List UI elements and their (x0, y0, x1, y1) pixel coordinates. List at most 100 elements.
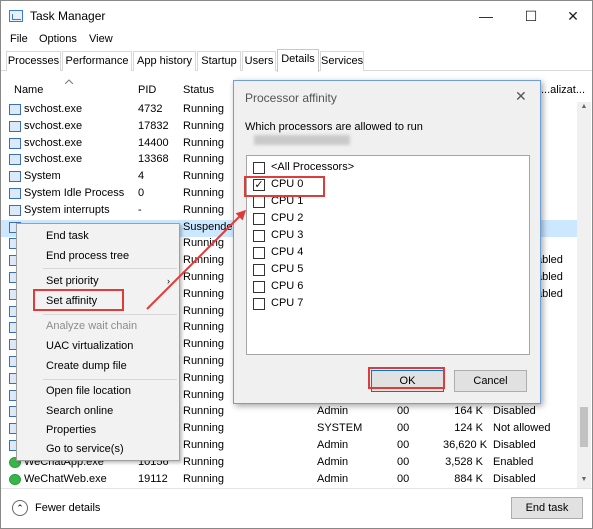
context-menu: End task End process tree Set priority ›… (16, 223, 180, 461)
column-header-virtualization[interactable]: ...alizat... (541, 84, 585, 96)
process-icon (9, 104, 21, 115)
footer: ⌃ Fewer details End task (1, 488, 592, 528)
processor-label: CPU 7 (271, 297, 304, 309)
cell-pid: 13368 (138, 153, 169, 166)
cell-virtualization: Disabled (493, 405, 536, 418)
cell-status: Running (183, 439, 224, 451)
cell-user: Admin (317, 472, 349, 485)
cell-pid: 4732 (138, 103, 163, 115)
cell-name: svchost.exe (24, 103, 83, 115)
cell-status: Running (183, 271, 224, 283)
tab-details[interactable]: Details (277, 49, 319, 72)
cell-name: System (24, 170, 61, 183)
cell-pid: 14400 (138, 136, 169, 149)
cell-status: Running (183, 388, 224, 401)
cell-memory: 884 K (454, 472, 483, 485)
chevron-up-circle-icon[interactable]: ⌃ (12, 500, 28, 516)
processor-option[interactable]: CPU 2 (251, 211, 521, 227)
tab-processes[interactable]: Processes (6, 51, 61, 71)
table-row[interactable]: WeChatWeb.exe 19112 Running Admin 00 884 K Dis… (1, 472, 577, 489)
cell-virtualization: Disabled (493, 439, 536, 451)
scroll-thumb[interactable] (580, 407, 588, 447)
ctx-separator (43, 314, 177, 315)
tab-performance[interactable]: Performance (62, 51, 132, 71)
scroll-up-icon[interactable]: ▲ (577, 103, 591, 110)
menu-view[interactable]: View (89, 33, 113, 45)
cell-user: SYSTEM (317, 422, 363, 435)
close-icon[interactable]: ✕ (515, 88, 527, 105)
cell-pid: 0 (138, 187, 145, 199)
close-icon[interactable]: ✕ (553, 4, 592, 28)
end-task-button[interactable]: End task (511, 497, 583, 519)
checkbox[interactable] (253, 196, 265, 208)
processor-option[interactable]: CPU 6 (251, 279, 521, 295)
ctx-end-task[interactable]: End task (46, 230, 89, 242)
maximize-icon[interactable]: ☐ (511, 4, 551, 28)
cell-name: svchost.exe (24, 153, 83, 166)
process-icon (9, 171, 21, 183)
ctx-uac-virtualization[interactable]: UAC virtualization (46, 340, 133, 352)
ctx-end-process-tree[interactable]: End process tree (46, 250, 129, 262)
process-icon (9, 188, 21, 199)
cell-virtualization: Disabled (493, 472, 536, 485)
column-header-status[interactable]: Status (183, 84, 214, 96)
tab-services[interactable]: Services (320, 51, 364, 71)
cell-virtualization: Enabled (493, 455, 534, 468)
cell-name: WeChatWeb.exe (24, 472, 107, 485)
processor-option[interactable]: CPU 7 (251, 296, 521, 312)
checkbox[interactable] (253, 230, 265, 242)
cell-status: Running (183, 119, 224, 132)
cell-cpu: 00 (397, 472, 410, 485)
column-header-name[interactable]: Name (14, 84, 43, 96)
checkbox[interactable] (253, 298, 265, 310)
fewer-details-link[interactable]: Fewer details (35, 502, 100, 514)
ctx-separator (43, 268, 177, 269)
cell-pid: 17832 (138, 119, 169, 132)
menu-file[interactable]: File (10, 33, 28, 45)
processor-option[interactable]: <All Processors> (251, 160, 521, 176)
processor-option[interactable]: CPU 3 (251, 228, 521, 244)
ctx-search-online[interactable]: Search online (46, 405, 113, 417)
cell-status: Running (183, 405, 224, 418)
cancel-button[interactable]: Cancel (454, 370, 527, 392)
vertical-scrollbar[interactable]: ▲ ▼ (577, 102, 591, 488)
processor-label: <All Processors> (271, 161, 355, 173)
dialog-question: Which processors are allowed to run (245, 121, 423, 133)
process-icon (9, 154, 21, 166)
minimize-icon[interactable]: — (466, 4, 506, 28)
cell-status: Running (183, 153, 224, 166)
checkbox[interactable] (253, 162, 265, 174)
process-icon (9, 120, 21, 132)
processor-label: CPU 3 (271, 229, 304, 241)
process-icon (9, 137, 21, 149)
cell-memory: 164 K (454, 405, 483, 418)
processor-affinity-dialog: Processor affinity ✕ Which processors ar… (233, 80, 541, 404)
cell-status: Running (183, 422, 224, 435)
tab-startup[interactable]: Startup (197, 51, 241, 71)
processor-option[interactable]: CPU 5 (251, 262, 521, 278)
ctx-properties[interactable]: Properties (46, 424, 96, 436)
tab-strip: Processes Performance App history Startu… (1, 49, 592, 72)
scroll-down-icon[interactable]: ▼ (577, 476, 591, 483)
submenu-arrow-icon: › (167, 276, 170, 286)
cell-status: Running (183, 472, 224, 485)
ctx-set-priority[interactable]: Set priority (46, 275, 99, 287)
ctx-go-to-services[interactable]: Go to service(s) (46, 443, 124, 455)
column-header-pid[interactable]: PID (138, 84, 156, 96)
checkbox[interactable] (253, 247, 265, 259)
cell-user: Admin (317, 439, 349, 451)
process-icon (9, 473, 21, 485)
menu-options[interactable]: Options (39, 33, 77, 45)
cell-status: Running (183, 237, 224, 250)
checkbox[interactable] (253, 264, 265, 276)
ctx-create-dump-file[interactable]: Create dump file (46, 360, 127, 372)
tab-users[interactable]: Users (242, 51, 276, 71)
checkbox[interactable] (253, 281, 265, 293)
tab-app-history[interactable]: App history (133, 51, 196, 71)
ctx-open-file-location[interactable]: Open file location (46, 385, 131, 397)
cell-status: Running (183, 287, 224, 300)
task-manager-icon (9, 10, 23, 22)
cell-status: Running (183, 321, 224, 334)
checkbox[interactable] (253, 213, 265, 225)
processor-option[interactable]: CPU 4 (251, 245, 521, 261)
